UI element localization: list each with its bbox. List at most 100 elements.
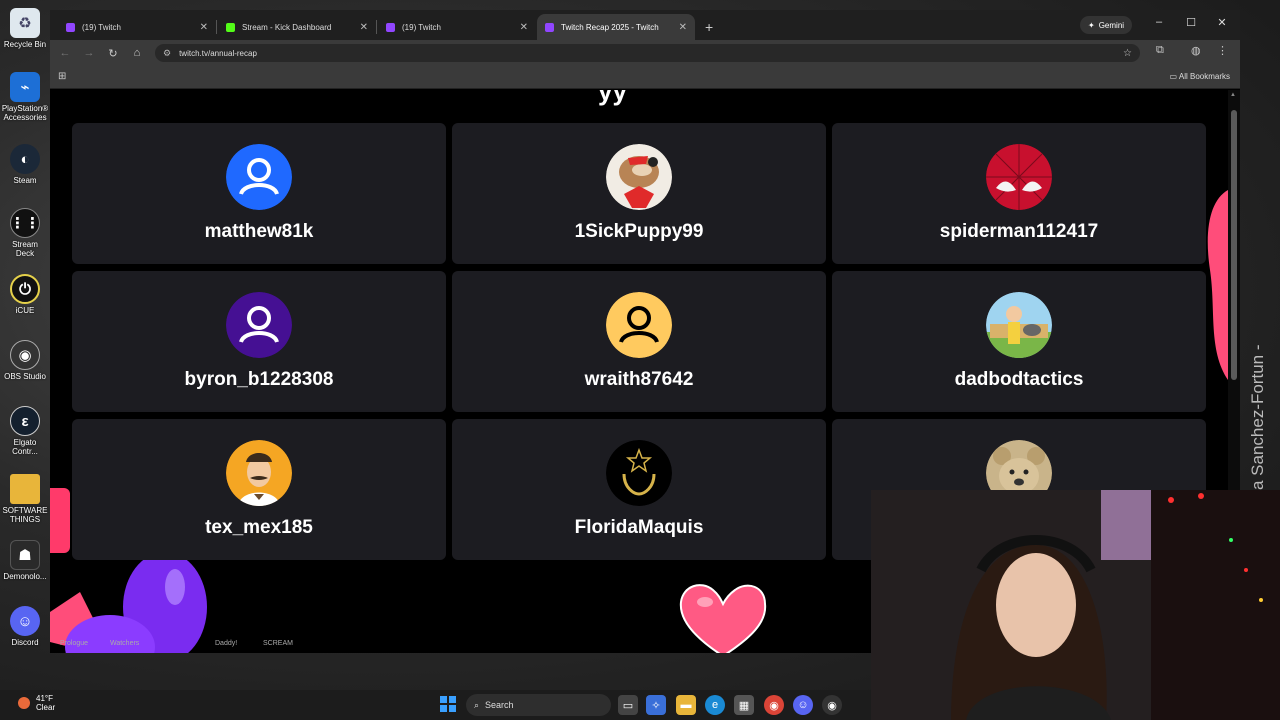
playstation-icon: ⌁: [10, 72, 40, 102]
desktop-icon-playstation[interactable]: ⌁ PlayStation® Accessories: [2, 72, 48, 122]
bookmark-star-icon[interactable]: ☆: [1123, 48, 1132, 59]
browser-toolbar: ← → ↻ ⌂ ⚙ twitch.tv/annual-recap ☆ ⧉ ◍ ⋮: [50, 40, 1240, 66]
recycle-bin-icon: ♻: [10, 8, 40, 38]
close-icon[interactable]: ✕: [679, 22, 687, 33]
desktop-icon-elgato[interactable]: ε Elgato Contr...: [2, 406, 48, 456]
viewer-card[interactable]: wraith87642: [452, 271, 826, 412]
avatar: [226, 292, 292, 358]
tab-twitch-recap[interactable]: Twitch Recap 2025 - Twitch ✕: [537, 14, 695, 40]
viewer-card[interactable]: tex_mex185: [72, 419, 446, 560]
discord-taskbar-icon[interactable]: ☺: [793, 695, 813, 715]
site-info-icon[interactable]: ⚙: [163, 48, 171, 59]
viewer-name: matthew81k: [204, 221, 314, 242]
obs-taskbar-icon[interactable]: ◉: [822, 695, 842, 715]
tab-bar: (19) Twitch ✕ Stream - Kick Dashboard ✕ …: [50, 10, 1240, 40]
chrome-icon[interactable]: ◉: [764, 695, 784, 715]
windows-start-icon[interactable]: [440, 696, 456, 712]
twitch-icon: [545, 22, 554, 32]
profile-avatar[interactable]: ◍: [1191, 44, 1201, 57]
desktop-icon-steam[interactable]: ◐ Steam: [2, 144, 48, 185]
stream-deck-icon: ⋮⋮: [10, 208, 40, 238]
desktop-icon-software-things[interactable]: SOFTWARE THINGS: [2, 474, 48, 524]
avatar: [986, 144, 1052, 210]
maximize-button[interactable]: ☐: [1182, 16, 1200, 29]
edge-icon[interactable]: e: [705, 695, 725, 715]
task-view-icon[interactable]: ▭: [618, 695, 638, 715]
desktop-icon-icue[interactable]: ⏻ iCUE: [2, 274, 48, 315]
star-wreath-icon: [606, 440, 672, 506]
copilot-icon[interactable]: ✧: [646, 695, 666, 715]
weather-temp: 41°F: [36, 694, 53, 703]
back-icon[interactable]: ←: [53, 47, 77, 59]
apps-grid-icon[interactable]: ⊞: [58, 71, 66, 82]
avatar: [606, 440, 672, 506]
new-tab-button[interactable]: +: [705, 19, 713, 35]
desktop-icon-recycle-bin[interactable]: ♻ Recycle Bin: [2, 8, 48, 49]
cartoon-mustache-icon: [226, 440, 292, 506]
spiderman-icon: [986, 144, 1052, 210]
tab-separator: [376, 20, 377, 34]
file-explorer-icon[interactable]: ▬: [676, 695, 696, 715]
windows-taskbar: 41°F Clear ⌕ Search ▭ ✧ ▬ e ▦ ◉ ☺ ◉: [0, 690, 871, 720]
desktop-icon-stream-deck[interactable]: ⋮⋮ Stream Deck: [2, 208, 48, 258]
decor-shape: [50, 488, 70, 553]
twitch-icon: [386, 22, 395, 32]
viewer-name: spiderman112417: [939, 221, 1099, 242]
viewer-card[interactable]: 1SickPuppy99: [452, 123, 826, 264]
bookmarks-bar: ⊞ ▭ All Bookmarks: [50, 66, 1240, 89]
window-close-button[interactable]: ✕: [1213, 16, 1231, 29]
cast-icon[interactable]: ⧉: [1156, 44, 1164, 57]
cartoon-dad-icon: [986, 292, 1052, 358]
store-icon[interactable]: ▦: [734, 695, 754, 715]
taskbar-search[interactable]: ⌕ Search: [466, 694, 611, 716]
webcam-overlay: [871, 490, 1280, 720]
forward-icon[interactable]: →: [77, 47, 101, 59]
steam-icon: ◐: [10, 144, 40, 174]
reload-icon[interactable]: ↻: [101, 47, 125, 60]
address-bar[interactable]: ⚙ twitch.tv/annual-recap ☆: [155, 44, 1140, 62]
viewer-card[interactable]: FloridaMaquis: [452, 419, 826, 560]
close-icon[interactable]: ✕: [520, 22, 528, 33]
home-icon[interactable]: ⌂: [125, 47, 149, 59]
cartoon-dog-icon: [606, 144, 672, 210]
all-bookmarks-button[interactable]: ▭ All Bookmarks: [1170, 72, 1230, 81]
avatar: [606, 292, 672, 358]
tab-twitch-2[interactable]: (19) Twitch ✕: [378, 14, 536, 40]
tab-twitch-1[interactable]: (19) Twitch ✕: [58, 14, 216, 40]
close-icon[interactable]: ✕: [200, 22, 208, 33]
weather-widget[interactable]: 41°F Clear: [18, 694, 55, 712]
user-icon: [226, 144, 292, 210]
avatar: [226, 440, 292, 506]
desktop-icon-obs[interactable]: ◉ OBS Studio: [2, 340, 48, 381]
obs-icon: ◉: [10, 340, 40, 370]
avatar: [226, 144, 292, 210]
url-text: twitch.tv/annual-recap: [179, 48, 257, 58]
viewer-card[interactable]: dadbodtactics: [832, 271, 1206, 412]
menu-kebab-icon[interactable]: ⋮: [1217, 44, 1228, 57]
tab-kick-dashboard[interactable]: Stream - Kick Dashboard ✕: [218, 14, 376, 40]
side-watermark-text: a Sanchez-Fortun -: [1248, 344, 1267, 490]
viewer-name: byron_b1228308: [184, 369, 334, 390]
folder-icon: [10, 474, 40, 504]
scroll-thumb[interactable]: [1231, 110, 1237, 380]
gemini-button[interactable]: ✦ Gemini: [1080, 16, 1133, 34]
viewer-name: wraith87642: [584, 369, 694, 390]
viewer-name: 1SickPuppy99: [574, 221, 704, 242]
icue-icon: ⏻: [10, 274, 40, 304]
viewer-card[interactable]: matthew81k: [72, 123, 446, 264]
folder-icon: ▭: [1169, 72, 1179, 81]
elgato-icon: ε: [10, 406, 40, 436]
twitch-icon: [66, 22, 75, 32]
user-icon: [226, 292, 292, 358]
scroll-up-icon[interactable]: ▲: [1230, 92, 1236, 98]
close-icon[interactable]: ✕: [360, 22, 368, 33]
webcam-feed: [871, 490, 1280, 720]
demonologist-icon: ☗: [10, 540, 40, 570]
viewer-name: FloridaMaquis: [574, 517, 704, 538]
desktop-icon-demonologist[interactable]: ☗ Demonolo...: [2, 540, 48, 581]
viewer-card[interactable]: byron_b1228308: [72, 271, 446, 412]
viewer-card[interactable]: spiderman112417: [832, 123, 1206, 264]
user-icon: [606, 292, 672, 358]
minimize-button[interactable]: –: [1150, 16, 1168, 28]
heading-fragment: yy: [598, 90, 627, 106]
